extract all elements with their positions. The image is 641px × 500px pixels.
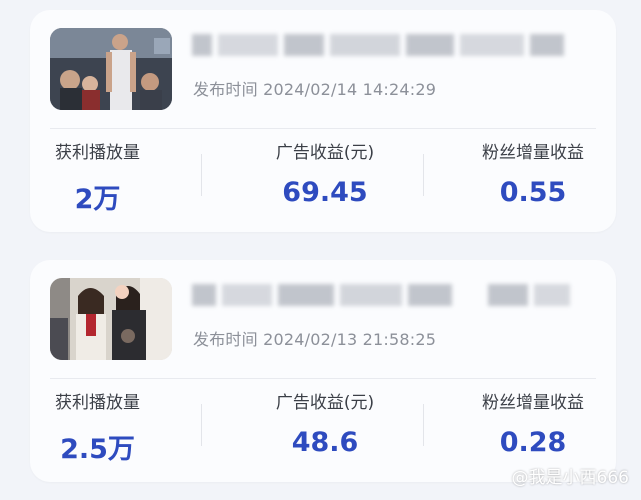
stat-label: 广告收益(元) — [275, 393, 375, 413]
stat-separator — [423, 154, 424, 196]
stat-ad-revenue: 广告收益(元) 48.6 — [230, 388, 420, 458]
publish-time: 发布时间 2024/02/14 14:24:29 — [193, 76, 436, 100]
blurred-video-title[interactable] — [192, 284, 572, 306]
stat-value: 48.6 — [291, 427, 359, 458]
watermark: @我是小西666 — [511, 468, 629, 488]
stat-fan-revenue: 粉丝增量收益 0.55 — [450, 138, 616, 208]
stat-value: 0.55 — [499, 177, 567, 208]
stat-label: 获利播放量 — [55, 393, 140, 413]
stat-ad-revenue: 广告收益(元) 69.45 — [230, 138, 420, 208]
stat-value: 2万 — [74, 184, 121, 215]
video-card-1[interactable]: 发布时间 2024/02/14 14:24:29 获利播放量 2万 广告收益(元… — [30, 10, 616, 232]
stat-separator — [423, 404, 424, 446]
publish-label: 发布时间 — [193, 330, 258, 349]
stat-separator — [201, 404, 202, 446]
stat-label: 广告收益(元) — [275, 143, 375, 163]
video-thumbnail[interactable] — [50, 28, 172, 110]
stat-label: 粉丝增量收益 — [482, 143, 584, 163]
stat-label: 获利播放量 — [55, 143, 140, 163]
divider — [50, 128, 596, 129]
stat-label: 粉丝增量收益 — [482, 393, 584, 413]
video-thumbnail[interactable] — [50, 278, 172, 360]
stat-play-count: 获利播放量 2.5万 — [30, 388, 165, 466]
stat-fan-revenue: 粉丝增量收益 0.28 — [450, 388, 616, 458]
publish-datetime: 2024/02/13 21:58:25 — [263, 330, 437, 349]
blurred-video-title[interactable] — [192, 34, 572, 56]
stat-separator — [201, 154, 202, 196]
divider — [50, 378, 596, 379]
publish-time: 发布时间 2024/02/13 21:58:25 — [193, 326, 436, 350]
video-card-2[interactable]: 发布时间 2024/02/13 21:58:25 获利播放量 2.5万 广告收益… — [30, 260, 616, 482]
stat-play-count: 获利播放量 2万 — [30, 138, 165, 216]
stat-value: 0.28 — [499, 427, 567, 458]
stat-value: 2.5万 — [60, 434, 135, 465]
stat-value: 69.45 — [282, 177, 368, 208]
publish-datetime: 2024/02/14 14:24:29 — [263, 80, 437, 99]
publish-label: 发布时间 — [193, 80, 258, 99]
